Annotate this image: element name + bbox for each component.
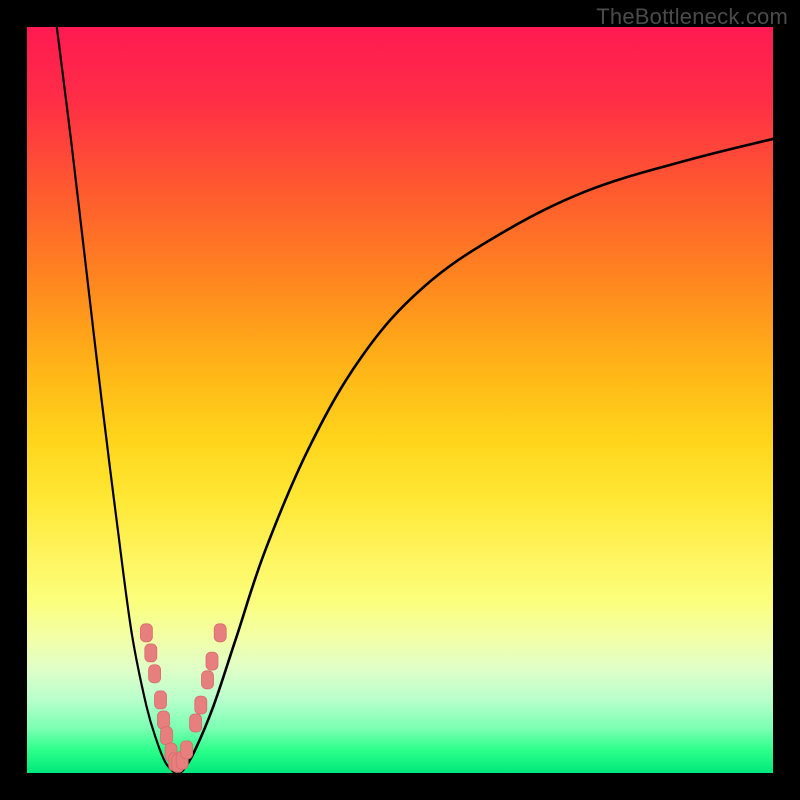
data-marker	[161, 727, 173, 745]
curve-left-branch	[57, 27, 175, 773]
data-marker	[214, 624, 226, 642]
data-marker	[145, 644, 157, 662]
data-marker	[195, 696, 207, 714]
plot-area	[27, 27, 773, 773]
data-marker	[155, 691, 167, 709]
data-marker	[158, 711, 170, 729]
curve-right-branch	[178, 139, 773, 773]
data-marker	[202, 671, 214, 689]
data-marker	[206, 652, 218, 670]
marker-group	[140, 624, 226, 773]
data-marker	[149, 665, 161, 683]
chart-frame: TheBottleneck.com	[0, 0, 800, 800]
data-marker	[140, 624, 152, 642]
curve-svg	[27, 27, 773, 773]
data-marker	[181, 741, 193, 759]
data-marker	[190, 714, 202, 732]
watermark-text: TheBottleneck.com	[596, 4, 788, 30]
